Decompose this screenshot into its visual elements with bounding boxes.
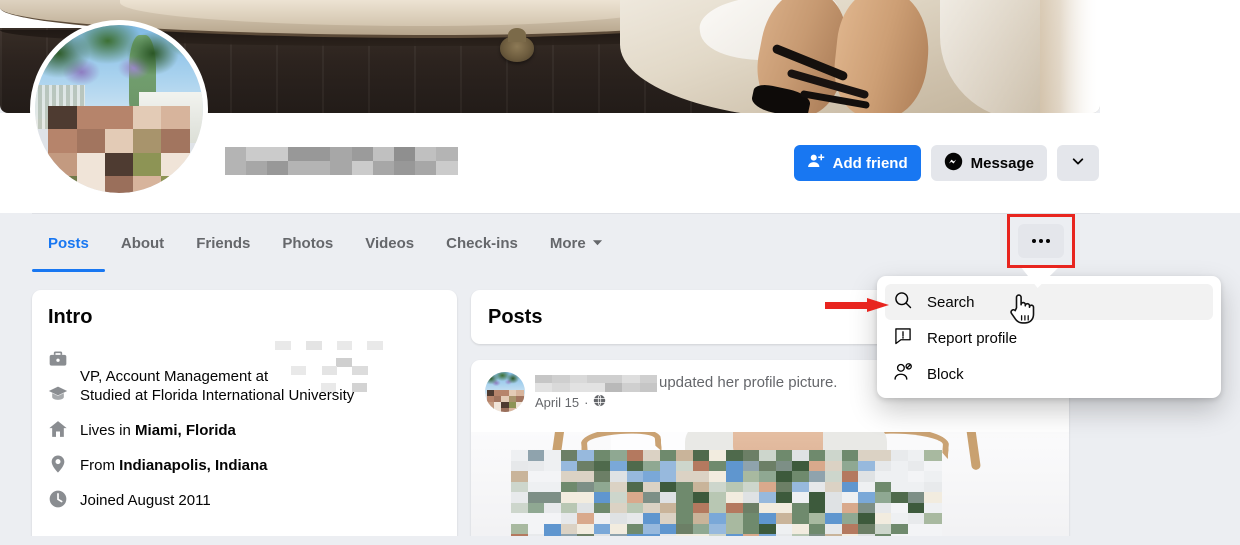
tab-about[interactable]: About <box>105 214 180 272</box>
tab-more-label: More <box>549 234 586 252</box>
employer-redacted <box>275 337 383 392</box>
cover-right-blank-area <box>1100 0 1240 113</box>
profile-name-redacted <box>225 147 458 176</box>
menu-item-search[interactable]: Search <box>885 284 1213 320</box>
add-friend-button[interactable]: Add friend <box>793 145 921 181</box>
home-icon <box>48 419 68 443</box>
tab-videos-label: Videos <box>365 234 415 252</box>
profile-picture-image <box>35 25 203 193</box>
menu-item-report-profile[interactable]: Report profile <box>885 320 1213 356</box>
post-author-line: updated her profile picture. <box>535 374 837 392</box>
tab-more[interactable]: More <box>534 214 619 272</box>
post-date[interactable]: April 15 <box>535 395 579 410</box>
pixelated-face-mosaic <box>48 105 191 193</box>
intro-row-from-text: From Indianapolis, Indiana <box>80 457 268 474</box>
message-label: Message <box>970 154 1034 172</box>
tab-posts-label: Posts <box>48 234 89 252</box>
intro-row-lives-in-text: Lives in Miami, Florida <box>80 422 236 439</box>
pixelated-photo-mosaic <box>471 432 1069 545</box>
profile-action-buttons: Add friend Message <box>793 145 1099 181</box>
profile-options-dropdown: Search Report profile Block <box>877 276 1221 398</box>
intro-row-joined: Joined August 2011 <box>48 483 441 518</box>
post-author-avatar[interactable] <box>485 372 525 412</box>
intro-row-joined-text: Joined August 2011 <box>80 492 211 509</box>
post-action-text: updated her profile picture. <box>659 374 838 391</box>
posts-title: Posts <box>488 305 543 328</box>
more-actions-button[interactable] <box>1057 145 1099 181</box>
tabs-overflow-container <box>1007 214 1075 268</box>
clock-icon <box>48 489 68 513</box>
tab-photos[interactable]: Photos <box>266 214 349 272</box>
post-meta: updated her profile picture. April 15 · <box>535 374 837 410</box>
messenger-icon <box>944 152 963 175</box>
intro-row-work-text: VP, Account Management at <box>80 337 383 392</box>
ellipsis-icon <box>1031 239 1052 243</box>
pointing-hand-cursor <box>1007 292 1037 331</box>
red-arrow-icon <box>825 298 891 312</box>
facebook-profile-page: Add friend Message Posts About Friends P… <box>0 0 1240 545</box>
intro-row-from[interactable]: From Indianapolis, Indiana <box>48 448 441 483</box>
menu-item-search-label: Search <box>927 293 975 311</box>
profile-picture[interactable] <box>30 20 208 198</box>
menu-item-block[interactable]: Block <box>885 356 1213 392</box>
tab-photos-label: Photos <box>282 234 334 252</box>
post-separator: · <box>584 394 589 410</box>
person-add-icon <box>807 152 825 174</box>
intro-row-education-text: Studied at Florida International Univers… <box>80 387 355 404</box>
tab-check-ins-label: Check-ins <box>446 234 518 252</box>
add-friend-label: Add friend <box>832 154 908 172</box>
location-pin-icon <box>48 454 68 478</box>
report-icon <box>893 326 913 350</box>
chevron-down-icon <box>592 235 603 252</box>
post-photo[interactable] <box>471 432 1069 545</box>
intro-title: Intro <box>48 306 93 328</box>
tab-friends-label: Friends <box>196 234 251 252</box>
post-timestamp-row: April 15 · <box>535 394 837 410</box>
post-author-name-redacted <box>535 374 658 392</box>
profile-tabs: Posts About Friends Photos Videos Check-… <box>32 214 619 272</box>
tab-posts[interactable]: Posts <box>32 214 105 272</box>
intro-row-work[interactable]: VP, Account Management at <box>48 340 441 392</box>
tabs-overflow-button[interactable] <box>1018 224 1064 258</box>
tab-check-ins[interactable]: Check-ins <box>430 214 534 272</box>
tab-about-label: About <box>120 234 165 252</box>
search-icon <box>893 290 913 314</box>
menu-item-report-profile-label: Report profile <box>927 329 1018 347</box>
tab-friends[interactable]: Friends <box>180 214 266 272</box>
pixelated-face-mosaic <box>486 389 524 412</box>
graduation-cap-icon <box>48 384 68 408</box>
message-button[interactable]: Message <box>930 145 1047 181</box>
menu-item-block-label: Block <box>927 365 964 383</box>
page-bottom-edge <box>0 536 1240 545</box>
tab-videos[interactable]: Videos <box>349 214 430 272</box>
block-user-icon <box>893 362 913 386</box>
intro-card: Intro VP, Account Management at Studied … <box>32 290 457 545</box>
chevron-down-icon <box>1071 154 1085 172</box>
briefcase-icon <box>48 349 68 373</box>
globe-icon[interactable] <box>593 394 606 410</box>
intro-row-lives-in[interactable]: Lives in Miami, Florida <box>48 413 441 448</box>
